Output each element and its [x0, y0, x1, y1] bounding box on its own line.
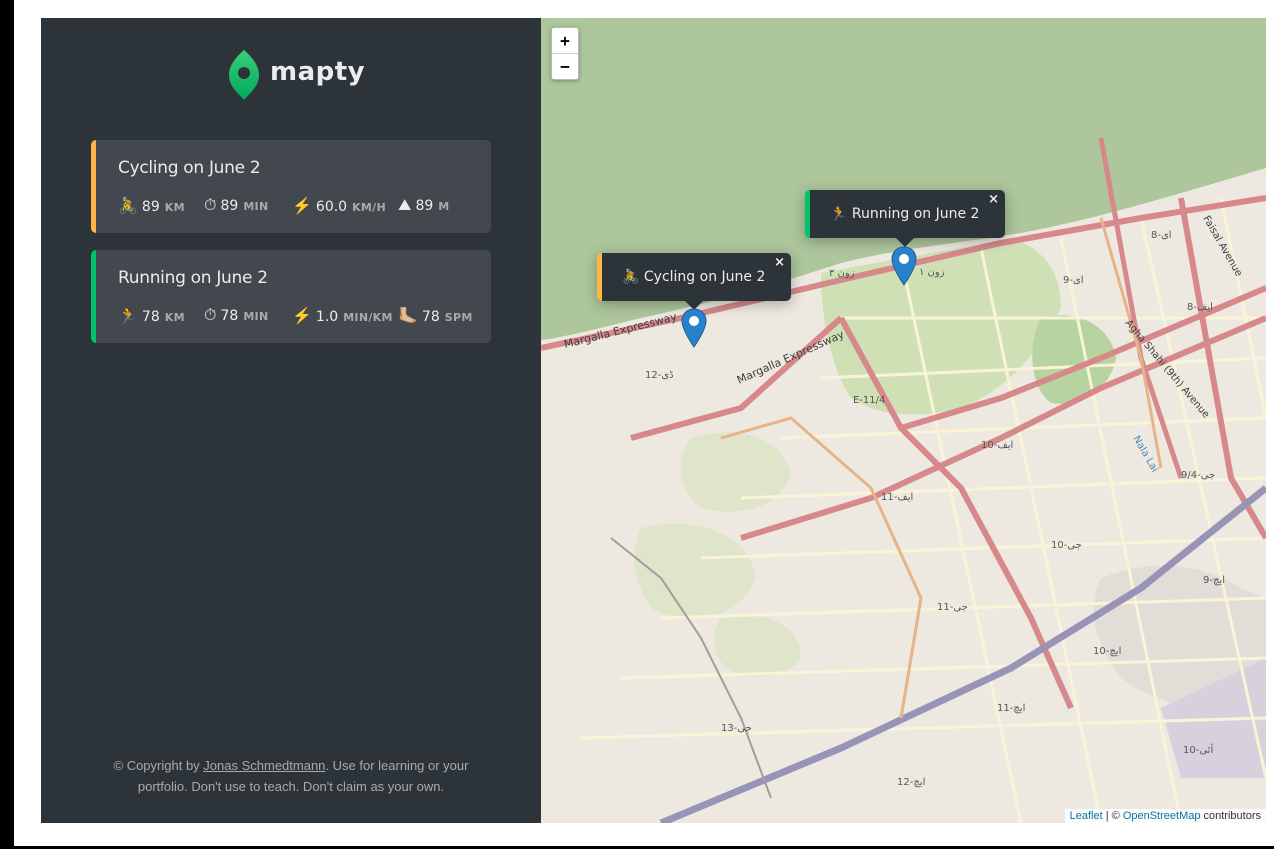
sector-label: 9-ایچ: [1203, 575, 1225, 586]
popup-close-button[interactable]: ×: [988, 192, 999, 207]
workout-card-cycling[interactable]: Cycling on June 2 🚴 89 KM ⏱ 89 MIN ⚡️ 60…: [91, 140, 491, 233]
workout-title: Running on June 2: [118, 268, 268, 288]
sector-label: 11-ایچ: [997, 703, 1025, 714]
zone-label: زون ۱: [919, 267, 945, 278]
duration-detail: ⏱ 89 MIN: [204, 197, 268, 215]
popup-close-button[interactable]: ×: [774, 255, 785, 270]
distance-detail: 🚴 89 KM: [118, 196, 185, 216]
stopwatch-icon: ⏱: [204, 197, 217, 214]
duration-detail: ⏱ 78 MIN: [204, 307, 268, 325]
elevation-detail: ⛰ 89 M: [398, 197, 450, 215]
sidebar: mapty Cycling on June 2 🚴 89 KM ⏱ 89 MIN…: [41, 18, 541, 823]
lightning-icon: ⚡️: [292, 308, 312, 325]
runner-icon: 🏃: [830, 206, 848, 222]
speed-detail: ⚡️ 60.0 KM/H: [292, 196, 386, 216]
workout-card-running[interactable]: Running on June 2 🏃 78 KM ⏱ 78 MIN ⚡️ 1.…: [91, 250, 491, 343]
map-tiles[interactable]: Margalla Expressway Margalla Expressway …: [541, 18, 1266, 823]
lightning-icon: ⚡️: [292, 198, 312, 215]
pace-detail: ⚡️ 1.0 MIN/KM: [292, 306, 393, 326]
logo: mapty: [227, 48, 365, 102]
sector-label: 9/4-جی: [1181, 470, 1215, 481]
foot-icon: 🦶🏼: [398, 308, 418, 325]
sector-label: 8-ای: [1151, 230, 1172, 241]
running-popup[interactable]: 🏃 Running on June 2 ×: [805, 190, 1005, 247]
cadence-detail: 🦶🏼 78 SPM: [398, 306, 473, 326]
map-pin-logo-icon: [229, 50, 259, 100]
bicycle-icon: 🚴: [118, 198, 138, 215]
runner-icon: 🏃: [118, 308, 138, 325]
zoom-out-button[interactable]: −: [552, 54, 578, 79]
sector-label: 11-ایف: [881, 492, 913, 503]
copyright-prefix: © Copyright by: [113, 758, 204, 773]
pace-unit: MIN/KM: [343, 311, 393, 324]
workout-title: Cycling on June 2: [118, 158, 261, 178]
copyright: © Copyright by Jonas Schmedtmann. Use fo…: [101, 755, 481, 797]
duration-value: 78: [220, 308, 239, 324]
osm-link[interactable]: OpenStreetMap: [1123, 810, 1201, 822]
cadence-value: 78: [421, 309, 440, 325]
popup-text: Cycling on June 2: [643, 269, 766, 285]
zoom-in-button[interactable]: +: [552, 28, 578, 54]
distance-value: 89: [141, 199, 160, 215]
speed-unit: KM/H: [352, 201, 386, 214]
elevation-value: 89: [415, 198, 434, 214]
zoom-control: + −: [551, 27, 579, 80]
stopwatch-icon: ⏱: [204, 307, 217, 324]
duration-value: 89: [220, 198, 239, 214]
speed-value: 60.0: [315, 199, 348, 215]
popup-label: 🚴 Cycling on June 2: [602, 269, 765, 285]
area-label: E-11/4: [853, 395, 885, 406]
distance-unit: KM: [164, 311, 185, 324]
leaflet-link[interactable]: Leaflet: [1070, 810, 1103, 822]
sector-label: 10-آئی: [1183, 743, 1214, 756]
attribution-suffix: contributors: [1200, 810, 1261, 822]
distance-unit: KM: [164, 201, 185, 214]
author-link[interactable]: Jonas Schmedtmann: [203, 758, 325, 773]
sector-label: 13-جی: [721, 723, 752, 734]
app-name: mapty: [270, 57, 366, 87]
cadence-unit: SPM: [444, 311, 473, 324]
sector-label: 10-جی: [1051, 540, 1082, 551]
map-attribution: Leaflet | © OpenStreetMap contributors: [1064, 809, 1266, 823]
sector-label: 10-ایف: [981, 440, 1013, 451]
distance-value: 78: [141, 309, 160, 325]
zone-label: زون ۳: [829, 268, 855, 279]
duration-unit: MIN: [243, 310, 269, 323]
sector-label: 11-جی: [937, 602, 968, 613]
sector-label: 12-ایچ: [897, 777, 925, 788]
sector-label: 8-ایف: [1187, 302, 1213, 313]
mountain-icon: ⛰: [398, 197, 412, 214]
map[interactable]: Margalla Expressway Margalla Expressway …: [541, 18, 1266, 823]
bicycle-icon: 🚴: [622, 269, 640, 285]
distance-detail: 🏃 78 KM: [118, 306, 185, 326]
cycling-popup[interactable]: 🚴 Cycling on June 2 ×: [597, 253, 791, 310]
pace-value: 1.0: [315, 309, 339, 325]
window-left-edge: [0, 0, 14, 849]
running-marker-icon[interactable]: [891, 246, 917, 286]
popup-text: Running on June 2: [851, 206, 980, 222]
attribution-separator: | ©: [1102, 810, 1123, 822]
sector-label: 10-ایچ: [1093, 646, 1121, 657]
sector-label: ڈی-12: [645, 370, 674, 381]
duration-unit: MIN: [243, 200, 269, 213]
cycling-marker-icon[interactable]: [681, 308, 707, 348]
elevation-unit: M: [438, 200, 450, 213]
popup-label: 🏃 Running on June 2: [810, 206, 979, 222]
sector-label: 9-ای: [1063, 275, 1084, 286]
